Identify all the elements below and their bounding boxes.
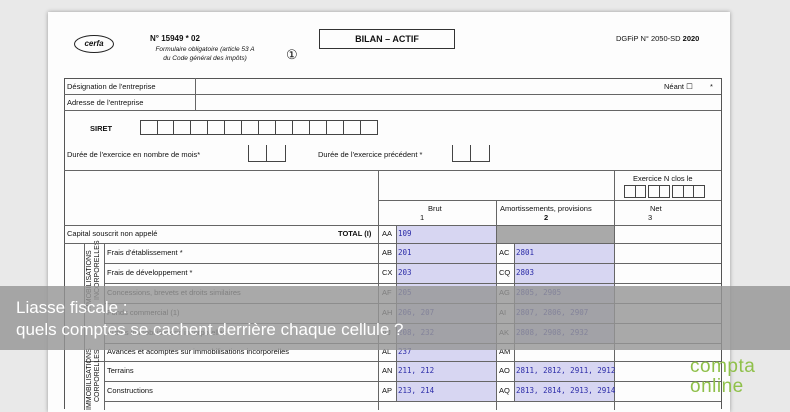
- amort-account-numbers: 2813, 2814, 2913, 2914: [516, 386, 616, 395]
- duree-label: Durée de l'exercice en nombre de mois*: [67, 150, 201, 159]
- brut-col-number: 1: [420, 213, 425, 222]
- siret-digit-box[interactable]: [157, 120, 174, 135]
- siret-digit-box[interactable]: [293, 120, 310, 135]
- form-subtitle-line2: du Code général des impôts): [163, 55, 247, 62]
- row-divider: [64, 243, 721, 244]
- col-divider: [514, 361, 515, 381]
- siret-digit-box[interactable]: [259, 120, 276, 135]
- net-header: Net: [650, 204, 662, 213]
- title-banner: [0, 286, 790, 350]
- siret-digit-box[interactable]: [174, 120, 191, 135]
- banner-title-line2: quels comptes se cachent derrière chaque…: [16, 320, 404, 339]
- col-divider: [514, 381, 515, 401]
- amort-line-code: AQ: [499, 386, 510, 395]
- cerfa-logo: cerfa: [74, 35, 114, 53]
- siret-digit-box[interactable]: [225, 120, 242, 135]
- brut-account-numbers: 201: [398, 248, 412, 257]
- designation-label: Désignation de l'entreprise: [67, 82, 156, 91]
- form-subtitle-line1: Formulaire obligatoire (article 53 A: [155, 46, 255, 53]
- net-col-number: 3: [648, 213, 653, 222]
- side-label-corp-2: CORPORELLES: [94, 349, 101, 402]
- col-divider: [396, 263, 397, 283]
- siret-digit-box[interactable]: [191, 120, 208, 135]
- brand-logo-online: online: [690, 376, 744, 397]
- siret-digit-box[interactable]: [310, 120, 327, 135]
- duree-input[interactable]: [248, 145, 286, 162]
- brut-account-numbers: 203: [398, 268, 412, 277]
- row-label: Constructions: [107, 386, 153, 395]
- brut-line-code: CX: [382, 268, 393, 277]
- row-total-label: TOTAL (I): [338, 229, 372, 238]
- row-divider: [64, 94, 721, 95]
- siret-digit-box[interactable]: [327, 120, 344, 135]
- row-label: Frais d'établissement *: [107, 248, 183, 257]
- brut-header: Brut: [428, 204, 442, 213]
- dgfip-year: 2020: [682, 34, 700, 43]
- form-subtitle: Formulaire obligatoire (article 53 A du …: [145, 45, 265, 63]
- row-label: Capital souscrit non appelé: [67, 229, 158, 238]
- amort-account-numbers: 2803: [516, 268, 535, 277]
- amort-account-numbers: 2811, 2812, 2911, 2912: [516, 366, 616, 375]
- col-divider: [396, 381, 397, 401]
- row-divider: [378, 200, 721, 201]
- brand-logo-compta: compta: [690, 356, 756, 377]
- row-label: Frais de développement *: [107, 268, 193, 277]
- dgfip-reference: DGFiP N° 2050-SD 2020: [616, 34, 699, 43]
- neant-checkbox[interactable]: Néant ☐: [664, 82, 693, 91]
- amort-line-code: AO: [499, 366, 510, 375]
- col-divider: [195, 78, 196, 110]
- amort-line-code: CQ: [499, 268, 511, 277]
- brut-line-code: AP: [382, 386, 393, 395]
- col-divider: [514, 263, 515, 283]
- col-divider: [396, 225, 397, 243]
- col-divider: [514, 243, 515, 263]
- exercice-date-input[interactable]: [624, 185, 708, 198]
- brut-account-numbers: 109: [398, 229, 412, 238]
- amort-line-code: AC: [499, 248, 510, 257]
- amort-account-numbers: 2801: [516, 248, 535, 257]
- row-label: Terrains: [107, 366, 134, 375]
- siret-digit-box[interactable]: [242, 120, 259, 135]
- banner-title-line1: Liasse fiscale :: [16, 298, 128, 317]
- side-label-corp-1: IMMOBILISATIONS: [86, 348, 93, 410]
- form-title: BILAN – ACTIF: [319, 29, 455, 49]
- amort-cell-disabled: [497, 226, 614, 243]
- brut-line-code: AA: [382, 229, 393, 238]
- form-number: N° 15949 * 02: [150, 34, 200, 43]
- siret-label: SIRET: [90, 124, 113, 133]
- row-divider: [64, 110, 721, 111]
- brut-line-code: AB: [382, 248, 393, 257]
- siret-digit-box[interactable]: [344, 120, 361, 135]
- duree-prec-input[interactable]: [452, 145, 490, 162]
- siret-digit-box[interactable]: [140, 120, 158, 135]
- adresse-label: Adresse de l'entreprise: [67, 98, 144, 107]
- duree-prec-label: Durée de l'exercice précédent *: [318, 150, 423, 159]
- col-divider: [396, 361, 397, 381]
- brut-account-numbers: 213, 214: [398, 386, 435, 395]
- col-divider: [396, 243, 397, 263]
- amort-header: Amortissements, provisions: [500, 204, 592, 213]
- exercice-label: Exercice N clos le: [633, 174, 693, 183]
- row-divider: [64, 170, 721, 171]
- dgfip-prefix: DGFiP N° 2050-SD: [616, 34, 681, 43]
- neant-star: *: [710, 82, 713, 91]
- row-divider: [64, 225, 721, 226]
- row-divider: [104, 401, 721, 402]
- siret-digit-box[interactable]: [208, 120, 225, 135]
- circled-number: ①: [286, 47, 298, 62]
- amort-col-number: 2: [544, 213, 549, 222]
- siret-digit-box[interactable]: [361, 120, 378, 135]
- brut-line-code: AN: [382, 366, 393, 375]
- siret-input[interactable]: [140, 120, 380, 135]
- brut-account-numbers: 211, 212: [398, 366, 435, 375]
- siret-digit-box[interactable]: [276, 120, 293, 135]
